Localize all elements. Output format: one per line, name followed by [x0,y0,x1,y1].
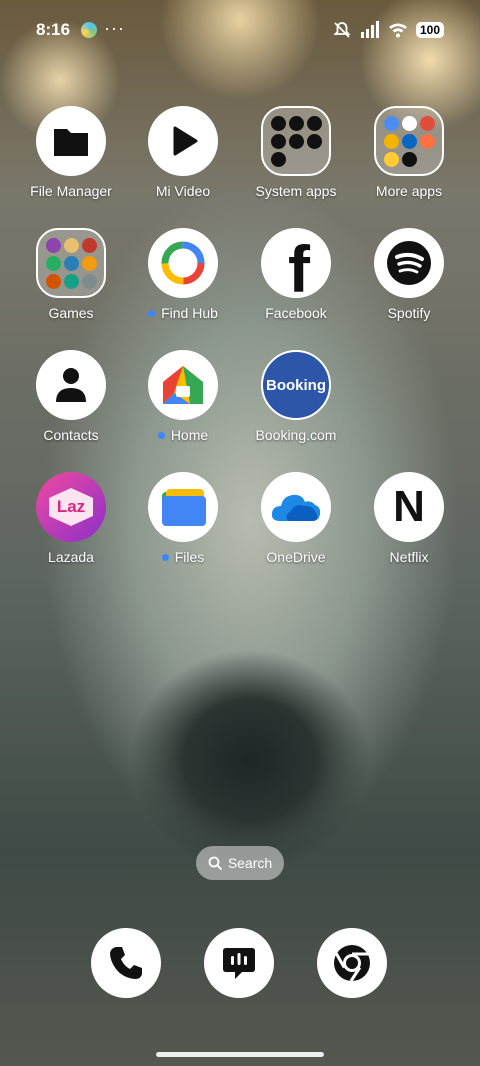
notification-app-icon [81,22,97,38]
booking-icon: Booking [261,350,331,420]
status-time: 8:16 [36,20,71,39]
app-label: Files [174,549,205,565]
app-label: Mi Video [155,183,211,199]
app-label: Spotify [387,305,431,321]
more-apps-folder-icon [374,106,444,176]
new-app-dot [148,309,156,317]
facebook-icon: f [261,228,331,298]
spotify-icon [374,228,444,298]
app-netflix[interactable]: N Netflix [353,472,465,572]
app-lazada[interactable]: Laz Lazada [15,472,127,572]
battery-level: 100 [415,22,444,38]
lazada-icon-text: Laz [56,497,86,516]
booking-icon-text: Booking [266,376,326,394]
google-home-icon [148,350,218,420]
dock-messages[interactable] [204,928,274,998]
app-files[interactable]: Files [127,472,239,572]
app-facebook[interactable]: f Facebook [240,228,352,328]
messages-icon [223,948,255,979]
folder-games[interactable]: Games [15,228,127,328]
dock-chrome[interactable] [317,928,387,998]
app-label: Find Hub [161,305,218,321]
app-file-manager[interactable]: File Manager [15,106,127,206]
system-apps-folder-icon [261,106,331,176]
app-label: Booking.com [255,427,337,443]
app-label: Facebook [265,305,327,321]
phone-icon [110,947,142,979]
app-mi-video[interactable]: Mi Video [127,106,239,206]
new-app-dot [161,553,169,561]
netflix-icon: N [374,472,444,542]
app-label: Contacts [43,427,99,443]
games-folder-icon [36,228,106,298]
folder-label: Games [48,305,94,321]
app-contacts[interactable]: Contacts [15,350,127,450]
lazada-icon: Laz [36,472,106,542]
app-label-row: Files [161,549,205,565]
app-find-hub[interactable]: Find Hub [127,228,239,328]
app-onedrive[interactable]: OneDrive [240,472,352,572]
mute-icon [333,22,351,38]
app-label: Home [170,427,209,443]
search-label: Search [227,855,273,871]
folder-more-apps[interactable]: More apps [353,106,465,206]
app-label-row: Home [157,427,209,443]
dock-phone[interactable] [91,928,161,998]
app-spotify[interactable]: Spotify [353,228,465,328]
app-label: Lazada [48,549,94,565]
home-indicator[interactable] [156,1052,324,1057]
app-label: OneDrive [266,549,326,565]
file-manager-icon [36,106,106,176]
app-label: Netflix [389,549,429,565]
folder-label: System apps [255,183,337,199]
more-notifications-icon: ··· [104,18,125,38]
wifi-icon [388,23,407,38]
contacts-icon [36,350,106,420]
new-app-dot [157,431,165,439]
search-icon [208,856,222,870]
folder-system-apps[interactable]: System apps [240,106,352,206]
signal-icon [360,21,379,38]
onedrive-cloud-icon [261,472,331,542]
netflix-icon-text: N [393,482,425,531]
search-button[interactable]: Search [196,846,284,880]
app-label: File Manager [30,183,112,199]
chrome-icon [334,945,370,982]
files-icon [148,472,218,542]
find-hub-icon [148,228,218,298]
app-home[interactable]: Home [127,350,239,450]
play-icon [148,106,218,176]
folder-label: More apps [375,183,443,199]
app-label-row: Find Hub [148,305,218,321]
app-booking[interactable]: Booking Booking.com [240,350,352,450]
status-bar: 8:16 ··· 100 [0,0,480,60]
